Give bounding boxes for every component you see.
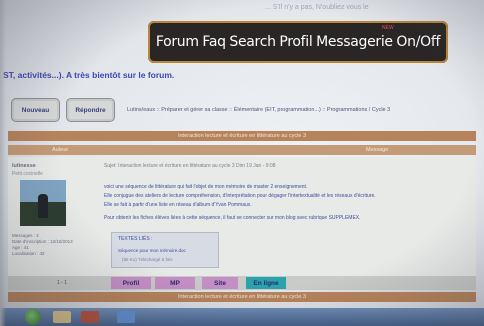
author-stats: Messages : 2 Date d'inscription : 12/10/…: [12, 233, 73, 257]
nav-search[interactable]: Search: [229, 34, 276, 50]
nav-messagerie[interactable]: Messagerie: [316, 34, 393, 50]
nav-faq[interactable]: Faq: [202, 34, 226, 50]
post-paragraph: Elle se fait à partir d'une liste en rés…: [104, 202, 252, 208]
nav-profil[interactable]: Profil: [279, 34, 312, 50]
top-info-bar: ... S'Il n'y a pas, N'oubliez vous le: [60, 2, 440, 16]
avatar-figure: [38, 194, 48, 218]
site-button[interactable]: Site: [202, 277, 238, 289]
author-stat-location: Localisation : 42: [12, 251, 45, 256]
post-paragraph: Elle conjugue des ateliers de lecture co…: [104, 193, 376, 199]
nav-forum[interactable]: Forum: [156, 34, 199, 50]
attachment-meta: (95 Ko) Téléchargé 5 fois: [122, 257, 173, 262]
new-topic-button[interactable]: Nouveau: [11, 98, 60, 122]
author-column-header: Auteur: [52, 147, 69, 153]
column-headers: Auteur Message: [8, 145, 476, 155]
forum-navbar: Forum Faq Search Profil Messagerie On/Of…: [148, 21, 448, 63]
nav-on-off[interactable]: On/Off: [396, 34, 440, 50]
monitor-photo: ... S'Il n'y a pas, N'oubliez vous le Fo…: [0, 0, 484, 326]
attachment-title: TEXTES LIÉS :: [118, 236, 153, 242]
attachment-box: TEXTES LIÉS : Séquence pour mon mémoire.…: [111, 232, 219, 268]
profil-button[interactable]: Profil: [111, 277, 151, 289]
author-rank: Petit cocinelle: [12, 171, 43, 177]
file-explorer-icon[interactable]: [53, 311, 71, 323]
profile-bar: [8, 276, 476, 290]
post-paragraph: voici une séquence de littérature qui fa…: [104, 184, 308, 190]
word-icon[interactable]: [117, 311, 135, 323]
welcome-message: ST, activités...). A très bientôt sur le…: [3, 70, 175, 80]
action-row: Nouveau Répondre Lutins/eaux :: Préparer…: [11, 98, 390, 122]
breadcrumb[interactable]: Lutins/eaux :: Préparer et gérer sa clas…: [127, 107, 390, 113]
top-info-text: ... S'Il n'y a pas, N'oubliez vous le: [265, 4, 369, 11]
attachment-file-link[interactable]: Séquence pour mon mémoire.doc: [118, 248, 186, 253]
avatar: [20, 180, 66, 226]
thread-title-bar: Interaction lecture et écriture en litté…: [8, 131, 476, 141]
new-message-badge: NEW: [382, 25, 394, 31]
start-orb-icon[interactable]: [25, 309, 41, 325]
monitor-edge: [0, 0, 6, 326]
post-body: voici une séquence de littérature qui fa…: [104, 184, 444, 224]
reply-button[interactable]: Répondre: [66, 98, 115, 122]
message-column-header: Message: [366, 147, 389, 153]
post-subject: Sujet: Interaction lecture et écriture e…: [104, 163, 276, 169]
online-status-badge: En ligne: [246, 277, 286, 289]
next-thread-bar: Interaction lecture et écriture en litté…: [8, 292, 476, 302]
mp-button[interactable]: MP: [155, 277, 195, 289]
post-page-ref: 1 - 1: [57, 280, 68, 286]
taskbar: [0, 308, 484, 326]
author-name[interactable]: lutinesse: [12, 163, 36, 169]
post-paragraph: Pour obtenir les fiches élèves liées à c…: [104, 215, 361, 221]
media-player-icon[interactable]: [81, 311, 99, 323]
